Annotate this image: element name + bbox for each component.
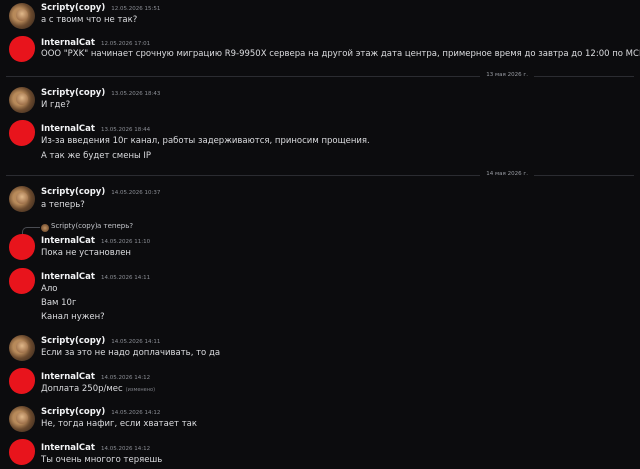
timestamp: 14.05.2026 14:11 (100, 275, 151, 281)
timestamp: 14.05.2026 14:12 (111, 410, 161, 416)
author-name[interactable]: InternalCat (41, 443, 95, 453)
message-text: Ало (41, 284, 58, 294)
edited-label: (изменено) (125, 387, 156, 393)
avatar[interactable] (9, 439, 35, 465)
date-separator-label: 14 мая 2026 г. (480, 171, 534, 177)
avatar[interactable] (9, 368, 35, 394)
avatar[interactable] (9, 268, 35, 294)
message-text: а с твоим что не так? (41, 15, 138, 25)
message-text: Ты очень многого теряешь (41, 455, 163, 465)
avatar[interactable] (9, 234, 35, 260)
author-name[interactable]: InternalCat (41, 272, 95, 282)
message-text: И где? (41, 100, 71, 110)
avatar[interactable] (9, 3, 35, 29)
timestamp: 12.05.2026 15:51 (111, 6, 161, 12)
avatar[interactable] (9, 87, 35, 113)
message-text: Если за это не надо доплачивать, то да (41, 348, 221, 358)
avatar[interactable] (9, 335, 35, 361)
reply-reference[interactable]: Scripty(copy) а теперь? (22, 222, 582, 237)
timestamp: 14.05.2026 14:12 (100, 446, 151, 452)
timestamp: 14.05.2026 10:37 (111, 190, 161, 196)
author-name[interactable]: Scripty(copy) (41, 3, 105, 13)
message-text: ООО "PXK" начинает срочную миграцию R9-9… (41, 49, 640, 59)
message-text: А так же будет смены IP (41, 151, 152, 161)
timestamp: 12.05.2026 17:01 (100, 41, 151, 47)
reply-text[interactable]: а теперь? (97, 222, 133, 230)
message-text: а теперь? (41, 200, 85, 210)
timestamp: 14.05.2026 14:12 (100, 375, 151, 381)
author-name[interactable]: InternalCat (41, 124, 95, 134)
reply-author[interactable]: Scripty(copy) (51, 222, 98, 230)
timestamp: 14.05.2026 11:10 (100, 239, 151, 245)
author-name[interactable]: InternalCat (41, 372, 95, 382)
date-separator-label: 13 мая 2026 г. (480, 72, 534, 78)
date-separator: 13 мая 2026 г. (6, 72, 634, 78)
message-text: Не, тогда нафиг, если хватает так (41, 419, 198, 429)
message-text: Канал нужен? (41, 312, 105, 322)
chat-message-list[interactable]: Scripty(copy) 12.05.2026 15:51 а с твоим … (0, 0, 640, 469)
timestamp: 13.05.2026 18:43 (111, 91, 161, 97)
message-text: Из-за введения 10г канал, работы задержи… (41, 136, 370, 146)
message-text: Доплата 250р/мес (41, 384, 123, 394)
author-name[interactable]: Scripty(copy) (41, 336, 105, 346)
author-name[interactable]: InternalCat (41, 38, 95, 48)
author-name[interactable]: InternalCat (41, 236, 95, 246)
date-separator: 14 мая 2026 г. (6, 171, 634, 177)
message-text-wrapper: Доплата 250р/мес (изменено) (41, 384, 155, 394)
author-name[interactable]: Scripty(copy) (41, 407, 105, 417)
timestamp: 13.05.2026 18:44 (100, 127, 151, 133)
message-text: Вам 10г (41, 298, 77, 308)
avatar[interactable] (9, 406, 35, 432)
reply-avatar (41, 224, 49, 232)
avatar[interactable] (9, 186, 35, 212)
avatar[interactable] (9, 120, 35, 146)
author-name[interactable]: Scripty(copy) (41, 88, 105, 98)
timestamp: 14.05.2026 14:11 (111, 339, 161, 345)
author-name[interactable]: Scripty(copy) (41, 187, 105, 197)
avatar[interactable] (9, 36, 35, 62)
message-text: Пока не установлен (41, 248, 131, 258)
